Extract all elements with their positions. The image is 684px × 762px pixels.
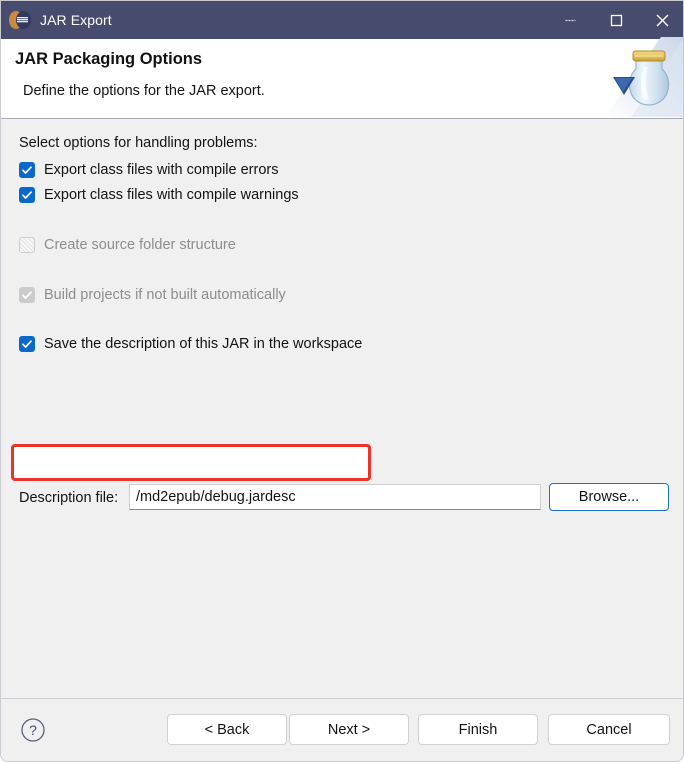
title-bar: JAR Export	[1, 1, 683, 39]
checkbox-label: Save the description of this JAR in the …	[44, 336, 363, 352]
finish-button[interactable]: Finish	[418, 714, 538, 745]
checkbox-create-source-folder-structure: Create source folder structure	[19, 234, 236, 256]
jar-banner-icon	[605, 37, 683, 117]
svg-text:?: ?	[29, 722, 37, 738]
window-controls	[547, 1, 683, 39]
highlight-annotation	[11, 444, 371, 481]
back-button[interactable]: < Back	[167, 714, 287, 745]
close-button[interactable]	[639, 1, 683, 39]
browse-button[interactable]: Browse...	[549, 483, 669, 511]
jar-export-icon	[9, 11, 31, 29]
checkbox-checked-disabled-icon	[19, 287, 35, 303]
help-icon[interactable]: ?	[19, 716, 47, 744]
checkbox-checked-icon	[19, 336, 35, 352]
checkbox-export-compile-errors[interactable]: Export class files with compile errors	[19, 159, 279, 181]
maximize-icon	[610, 14, 623, 27]
jar-export-dialog: JAR Export JAR Packaging Options Define …	[0, 0, 684, 762]
options-panel: Select options for handling problems: Ex…	[1, 119, 683, 698]
checkbox-export-compile-warnings[interactable]: Export class files with compile warnings	[19, 184, 299, 206]
checkbox-label: Export class files with compile errors	[44, 162, 279, 178]
checkbox-label: Export class files with compile warnings	[44, 187, 299, 203]
description-file-label: Description file:	[19, 490, 119, 506]
checkbox-label: Build projects if not built automaticall…	[44, 287, 286, 303]
checkbox-save-description-in-workspace[interactable]: Save the description of this JAR in the …	[19, 333, 362, 355]
checkbox-build-projects-if-not-built: Build projects if not built automaticall…	[19, 284, 286, 306]
maximize-button[interactable]	[593, 1, 639, 39]
checkbox-label: Create source folder structure	[44, 237, 236, 253]
wizard-header: JAR Packaging Options Define the options…	[1, 37, 683, 119]
close-icon	[655, 13, 670, 28]
next-button[interactable]: Next >	[289, 714, 409, 745]
cancel-button[interactable]: Cancel	[548, 714, 670, 745]
page-subtitle: Define the options for the JAR export.	[23, 83, 265, 99]
minimize-button[interactable]	[547, 1, 593, 39]
page-title: JAR Packaging Options	[15, 50, 203, 68]
minimize-icon	[564, 14, 577, 27]
section-label-handling-problems: Select options for handling problems:	[19, 135, 258, 151]
checkbox-checked-icon	[19, 187, 35, 203]
checkbox-unchecked-disabled-icon	[19, 237, 35, 253]
window-title: JAR Export	[40, 12, 112, 28]
description-file-input[interactable]	[129, 484, 541, 510]
checkbox-checked-icon	[19, 162, 35, 178]
